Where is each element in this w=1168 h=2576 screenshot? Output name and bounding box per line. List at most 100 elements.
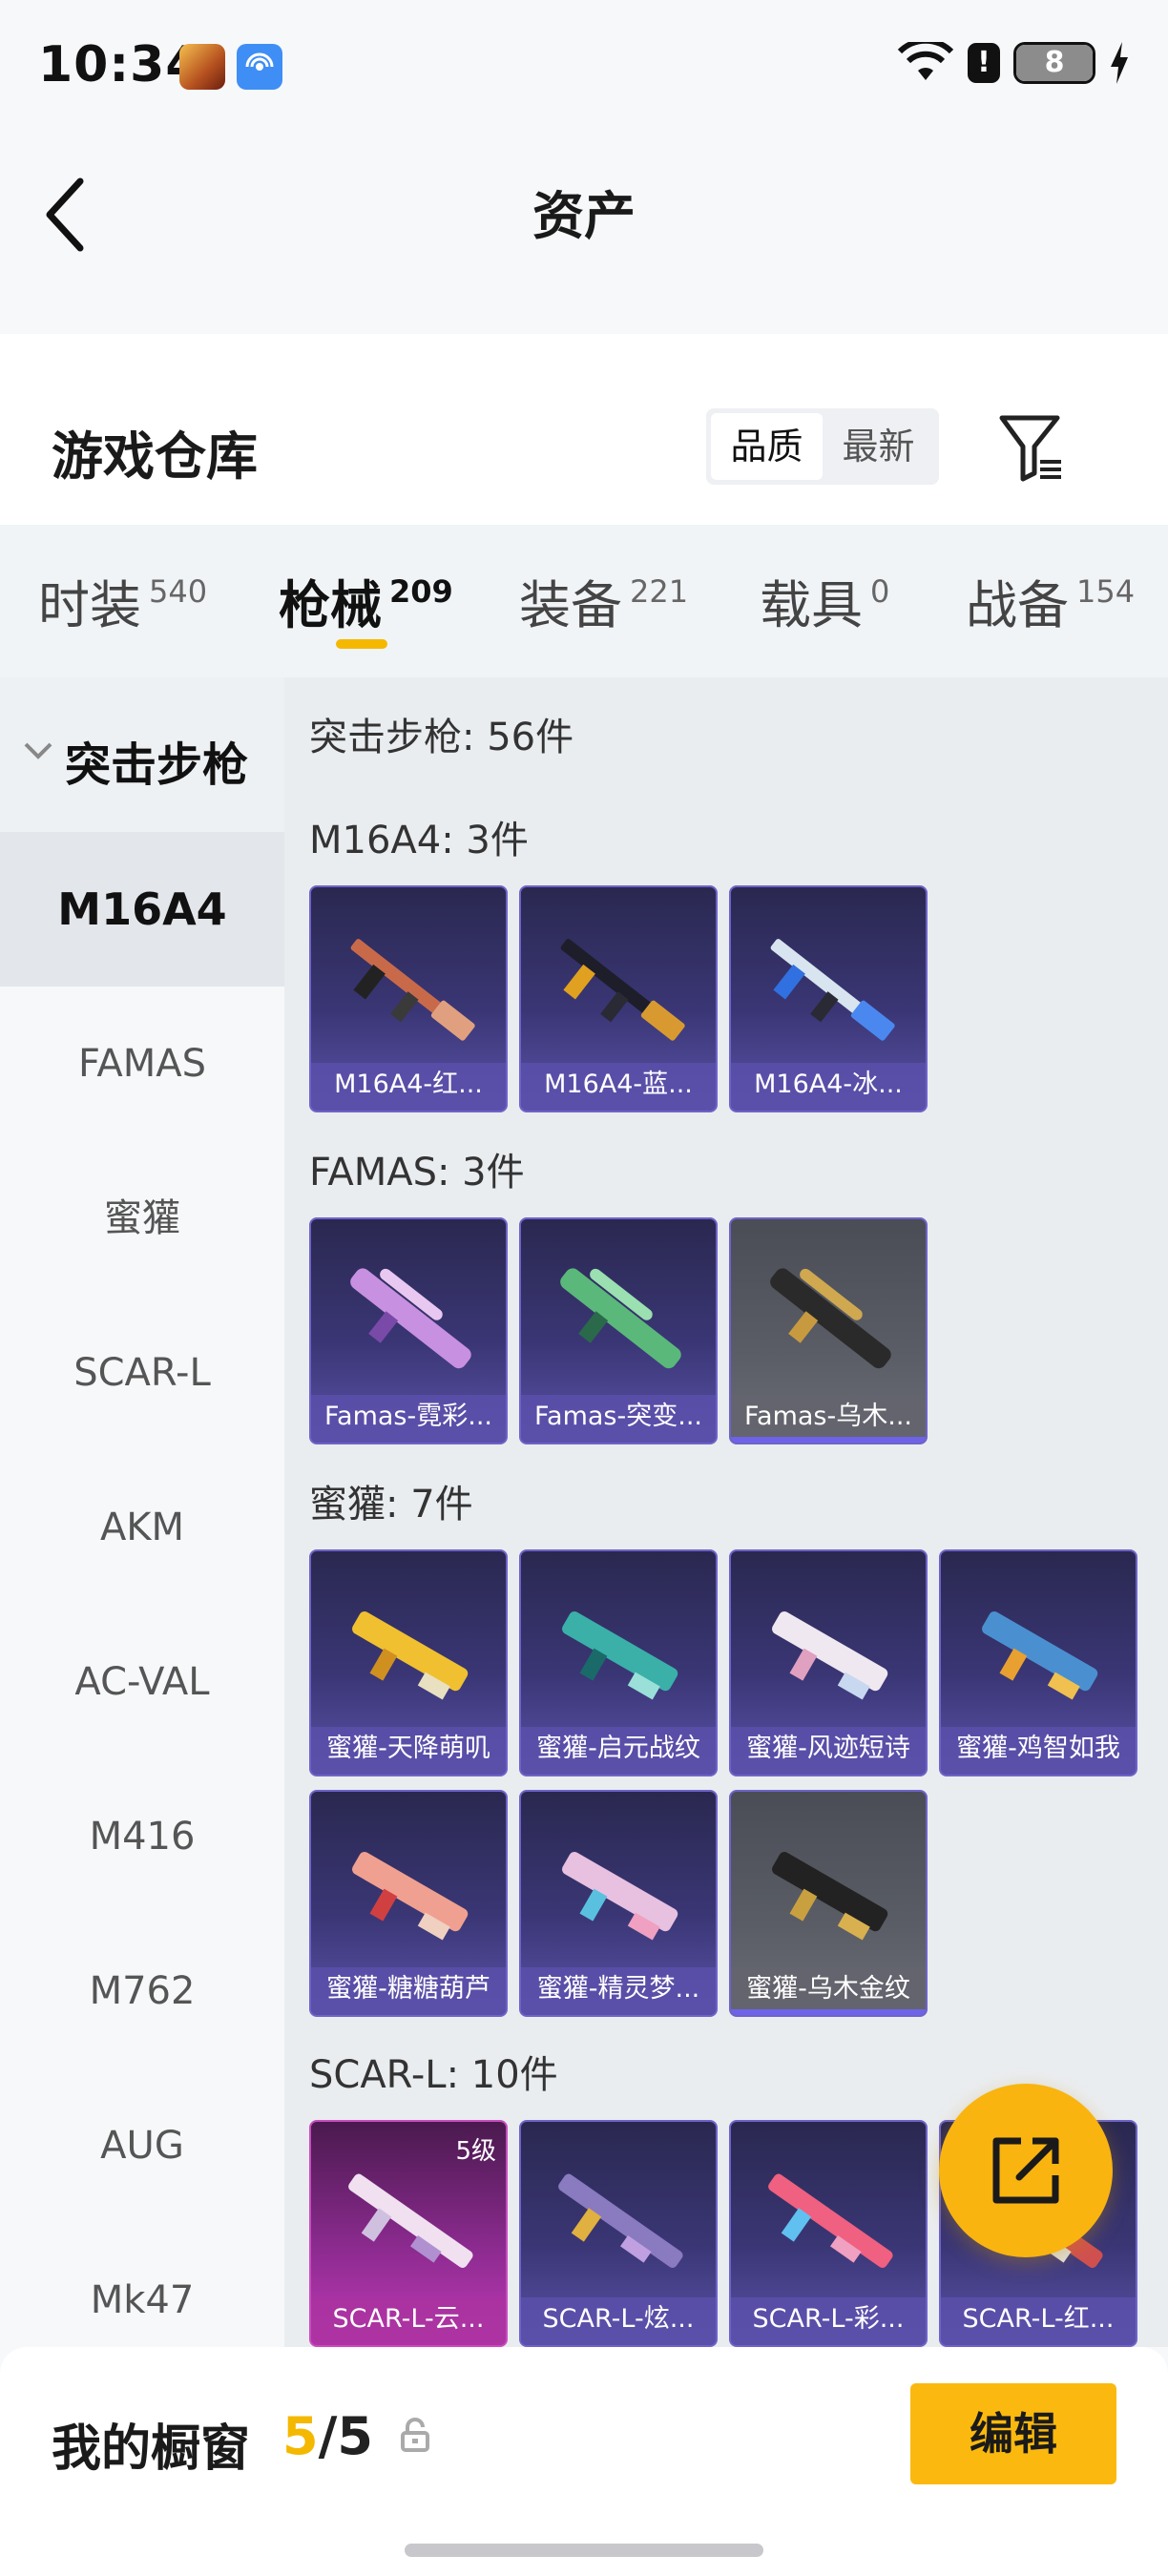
tab-label: 时装: [38, 575, 141, 635]
sidebar-item-honey-badger[interactable]: 蜜獾: [0, 1141, 284, 1296]
weapon-name: Famas-乌木...: [731, 1395, 926, 1443]
battery-level: 8: [1016, 45, 1093, 81]
tab-fashion[interactable]: 时装 540: [38, 563, 207, 638]
weapon-name: SCAR-L-云...: [311, 2297, 506, 2345]
sort-toggle: 品质 最新: [706, 408, 939, 485]
sidebar-item-aug[interactable]: AUG: [0, 2068, 284, 2223]
charging-icon: [1111, 42, 1128, 84]
weapon-card[interactable]: 蜜獾-天降萌叽: [309, 1549, 508, 1776]
rifle-icon: [560, 1268, 681, 1369]
weapon-card[interactable]: M16A4-红...: [309, 885, 508, 1112]
weapon-name: 蜜獾-鸡智如我: [941, 1727, 1136, 1775]
weapon-card[interactable]: Famas-乌木...: [729, 1217, 928, 1444]
sidebar-group-label: 突击步枪: [65, 738, 249, 792]
sidebar-item-famas[interactable]: FAMAS: [0, 987, 284, 1141]
tab-vehicles[interactable]: 载具 0: [760, 563, 889, 638]
rifle-icon: [352, 1852, 469, 1941]
weapon-card[interactable]: 蜜獾-风迹短诗: [729, 1549, 928, 1776]
section-heading-m16a4: M16A4: 3件: [309, 819, 529, 862]
rifle-icon: [562, 1611, 678, 1700]
weapon-card[interactable]: 蜜獾-糖糖葫芦: [309, 1790, 508, 2017]
weapon-name: Famas-霓彩...: [311, 1395, 506, 1443]
sort-option-quality[interactable]: 品质: [711, 413, 823, 480]
weapon-card[interactable]: M16A4-冰...: [729, 885, 928, 1112]
weapon-card[interactable]: Famas-霓彩...: [309, 1217, 508, 1444]
status-bar: 10:34 ! 8: [0, 0, 1168, 134]
rifle-icon: [562, 1852, 678, 1941]
weapon-card[interactable]: 蜜獾-精灵梦...: [519, 1790, 718, 2017]
weapon-card[interactable]: 蜜獾-乌木金纹: [729, 1790, 928, 2017]
weapon-name: 蜜獾-精灵梦...: [521, 1967, 716, 2015]
weapon-name: 蜜獾-乌木金纹: [731, 1967, 926, 2015]
rifle-icon: [772, 1611, 888, 1700]
wifi-icon: [897, 42, 954, 80]
sidebar-item-mk47[interactable]: Mk47: [0, 2223, 284, 2347]
section-heading-scar-l: SCAR-L: 10件: [309, 2053, 558, 2097]
weapon-card[interactable]: SCAR-L-彩...: [729, 2120, 928, 2347]
group-heading: 突击步枪: 56件: [309, 716, 574, 759]
sidebar-item-scar-l[interactable]: SCAR-L: [0, 1296, 284, 1450]
weapon-name: SCAR-L-红...: [941, 2297, 1136, 2345]
filter-icon[interactable]: [998, 410, 1065, 487]
weapon-card[interactable]: 蜜獾-启元战纹: [519, 1549, 718, 1776]
share-fab-button[interactable]: [939, 2084, 1113, 2257]
sidebar-item-m762[interactable]: M762: [0, 1914, 284, 2068]
warehouse-title: 游戏仓库: [52, 426, 258, 487]
tab-guns[interactable]: 枪械 209: [279, 563, 453, 638]
rarity-bar: [731, 1437, 926, 1443]
tab-battle-gear[interactable]: 战备 154: [966, 563, 1135, 638]
weapon-name: 蜜獾-启元战纹: [521, 1727, 716, 1775]
rifle-icon: [348, 2173, 473, 2269]
weapon-name: M16A4-红...: [311, 1063, 506, 1111]
weapon-name: SCAR-L-炫...: [521, 2297, 716, 2345]
share-external-icon: [992, 2137, 1059, 2204]
sidebar-group-assault-rifle[interactable]: 突击步枪: [0, 677, 284, 832]
showcase-count-total: 5: [337, 2406, 373, 2466]
nav-bar: 资产: [0, 134, 1168, 334]
rifle-icon: [352, 1611, 469, 1700]
weapon-card[interactable]: 5级 SCAR-L-云...: [309, 2120, 508, 2347]
alert-icon: !: [968, 43, 1000, 83]
showcase-label: 我的橱窗: [52, 2420, 251, 2478]
section-heading-honey-badger: 蜜獾: 7件: [309, 1483, 473, 1527]
showcase-bar: 我的橱窗 5/5 编辑: [0, 2347, 1168, 2576]
page-title: 资产: [532, 186, 636, 246]
weapon-card[interactable]: 蜜獾-鸡智如我: [939, 1549, 1137, 1776]
lock-icon: [401, 2418, 429, 2452]
rifle-icon: [770, 939, 895, 1041]
tab-label: 战备: [966, 575, 1069, 635]
rifle-icon: [350, 1268, 471, 1369]
weapon-card[interactable]: Famas-突变...: [519, 1217, 718, 1444]
tab-equipment[interactable]: 装备 221: [519, 563, 688, 638]
weapon-card[interactable]: SCAR-L-炫...: [519, 2120, 718, 2347]
rifle-icon: [558, 2173, 683, 2269]
sidebar-item-ac-val[interactable]: AC-VAL: [0, 1605, 284, 1759]
rifle-icon: [350, 939, 475, 1041]
rarity-bar: [731, 2009, 926, 2015]
weapon-name: 蜜獾-糖糖葫芦: [311, 1967, 506, 2015]
weapon-name: SCAR-L-彩...: [731, 2297, 926, 2345]
showcase-count-sep: /: [318, 2406, 338, 2466]
tab-count: 540: [149, 573, 208, 610]
weapon-sidebar: 突击步枪 M16A4 FAMAS 蜜獾 SCAR-L AKM AC-VAL M4…: [0, 677, 284, 2347]
sidebar-item-akm[interactable]: AKM: [0, 1450, 284, 1605]
game-app-icon: [179, 44, 225, 90]
rifle-icon: [982, 1611, 1098, 1700]
sidebar-item-m16a4[interactable]: M16A4: [0, 832, 284, 987]
rifle-icon: [772, 1852, 888, 1941]
sidebar-item-m416[interactable]: M416: [0, 1759, 284, 1914]
sort-option-latest[interactable]: 最新: [823, 413, 934, 480]
rifle-icon: [768, 2173, 893, 2269]
tab-count: 221: [630, 573, 689, 610]
rifle-icon: [560, 939, 685, 1041]
tab-label: 装备: [519, 575, 622, 635]
weapon-name: M16A4-冰...: [731, 1063, 926, 1111]
rifle-icon: [770, 1268, 891, 1369]
edit-button[interactable]: 编辑: [910, 2383, 1116, 2484]
weapon-name: Famas-突变...: [521, 1395, 716, 1443]
weapon-card[interactable]: M16A4-蓝...: [519, 885, 718, 1112]
home-indicator[interactable]: [405, 2544, 763, 2557]
section-heading-famas: FAMAS: 3件: [309, 1151, 525, 1195]
tab-label: 载具: [760, 575, 863, 635]
active-tab-indicator: [336, 639, 387, 649]
